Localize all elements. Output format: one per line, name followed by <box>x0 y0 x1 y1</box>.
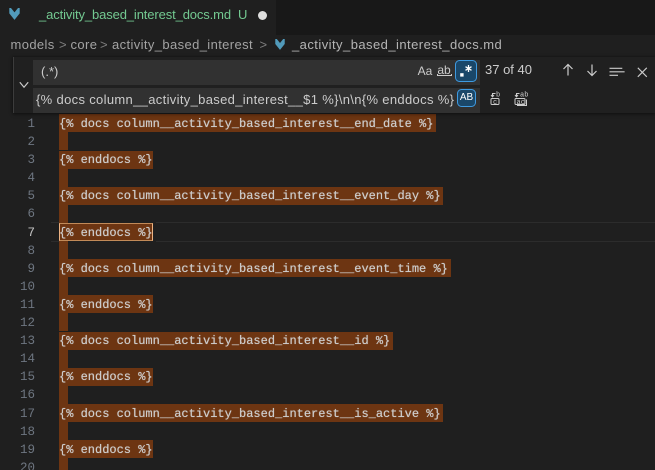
svg-text:c: c <box>493 99 497 106</box>
svg-text:ac: ac <box>516 99 524 106</box>
